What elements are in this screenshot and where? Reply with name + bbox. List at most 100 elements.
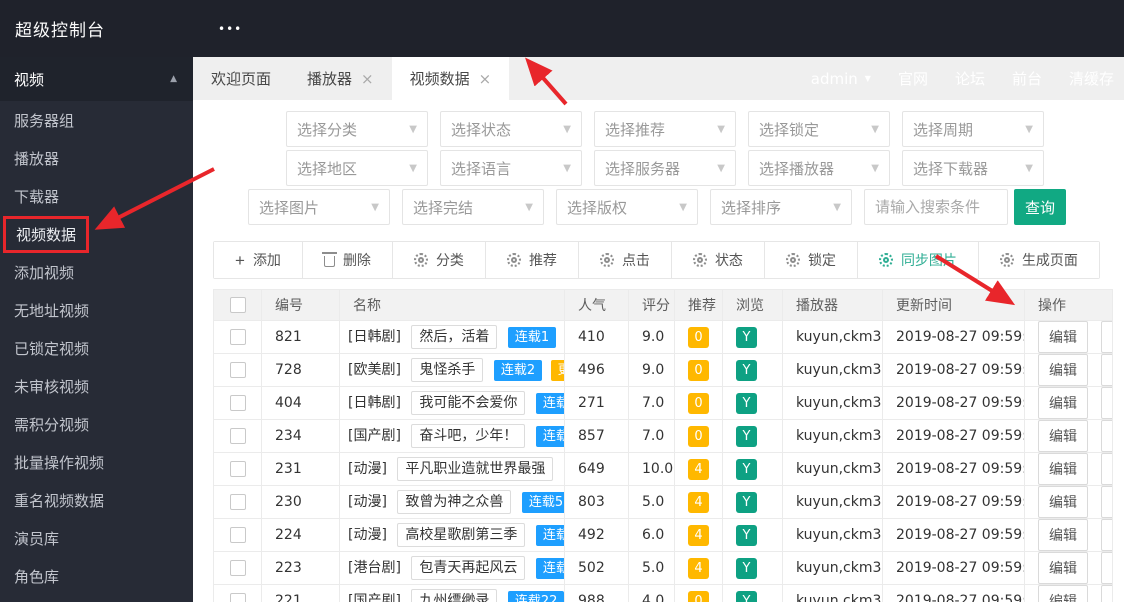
filter-select[interactable]: 选择地区 ▼: [286, 150, 428, 186]
sidebar-item[interactable]: 重名视频数据: [0, 481, 193, 519]
cell-score: 7.0: [628, 386, 675, 420]
user-menu[interactable]: admin ▼: [811, 70, 871, 88]
toolbar-button[interactable]: + 推荐: [485, 242, 579, 278]
sidebar-item[interactable]: 已锁定视频: [0, 329, 193, 367]
filter-select[interactable]: 选择播放器 ▼: [748, 150, 890, 186]
sidebar-item[interactable]: 需积分视频: [0, 405, 193, 443]
cell-name: [国产剧] 奋斗吧，少年！ 连载8 ...: [339, 419, 565, 453]
edit-button[interactable]: 编辑: [1038, 354, 1088, 386]
cell-id: 223: [261, 551, 340, 585]
row-checkbox[interactable]: [229, 329, 246, 345]
edit-button[interactable]: 编辑: [1038, 321, 1088, 353]
search-button[interactable]: 查询: [1014, 189, 1067, 225]
category-label: [日韩剧]: [348, 395, 401, 411]
search-input[interactable]: [864, 189, 1008, 225]
user-link[interactable]: 官网: [898, 68, 928, 89]
edit-button[interactable]: 编辑: [1038, 486, 1088, 518]
toolbar-button[interactable]: + 同步图片: [857, 242, 979, 278]
delete-button[interactable]: 删除: [1101, 585, 1112, 602]
sidebar-item[interactable]: 视频数据: [0, 215, 193, 253]
sidebar-item[interactable]: 批量操作视频: [0, 443, 193, 481]
tab[interactable]: 播放器 ×: [289, 57, 392, 100]
toolbar-button[interactable]: + 分类: [392, 242, 486, 278]
category-label: [港台剧]: [348, 560, 401, 576]
gear-icon: [999, 253, 1014, 267]
edit-button[interactable]: 编辑: [1038, 552, 1088, 584]
user-link[interactable]: 清缓存: [1069, 68, 1114, 89]
chevron-down-icon: ▼: [371, 201, 379, 213]
cell-name: [动漫] 平凡职业造就世界最强 连...: [339, 452, 565, 486]
cell-player: kuyun,ckm3...: [782, 386, 883, 420]
sidebar-item[interactable]: 添加视频: [0, 253, 193, 291]
cell-recommend: 0: [674, 584, 723, 602]
filter-select[interactable]: 选择分类 ▼: [286, 111, 428, 147]
cell-player: kuyun,ckm3...: [782, 353, 883, 387]
toolbar-button[interactable]: + 生成页面: [978, 242, 1099, 278]
filter-select[interactable]: 选择周期 ▼: [902, 111, 1044, 147]
table-row: 223 [港台剧] 包青天再起风云 连载6 ... 502 5.0 4 Y: [213, 551, 1113, 585]
cell-name: [日韩剧] 然后，活着 连载1 更...: [339, 320, 565, 354]
table-row: 230 [动漫] 致曾为神之众兽 连载5 ... 803 5.0 4 Y: [213, 485, 1113, 519]
filter-select[interactable]: 选择版权 ▼: [556, 189, 698, 225]
row-checkbox[interactable]: [229, 494, 246, 510]
delete-button[interactable]: 删除: [1101, 420, 1112, 452]
sidebar-item[interactable]: 演员库: [0, 519, 193, 557]
row-checkbox[interactable]: [229, 593, 246, 602]
filter-select[interactable]: 选择服务器 ▼: [594, 150, 736, 186]
row-checkbox[interactable]: [229, 560, 246, 576]
toolbar-button[interactable]: + 点击: [578, 242, 672, 278]
row-checkbox[interactable]: [229, 461, 246, 477]
sidebar-item-label: 播放器: [14, 149, 60, 168]
delete-button[interactable]: 删除: [1101, 552, 1112, 584]
delete-button[interactable]: 删除: [1101, 486, 1112, 518]
tab[interactable]: 欢迎页面 ×: [193, 57, 289, 100]
row-checkbox[interactable]: [229, 428, 246, 444]
nav-more-button[interactable]: •••: [218, 22, 242, 36]
filter-select[interactable]: 选择图片 ▼: [248, 189, 390, 225]
browse-badge: Y: [736, 359, 757, 381]
filter-select[interactable]: 选择状态 ▼: [440, 111, 582, 147]
row-checkbox[interactable]: [229, 362, 246, 378]
tab-label: 欢迎页面: [211, 70, 272, 88]
edit-button[interactable]: 编辑: [1038, 519, 1088, 551]
close-icon[interactable]: ×: [479, 70, 492, 88]
sidebar-item[interactable]: 播放器: [0, 139, 193, 177]
filter-select[interactable]: 选择语言 ▼: [440, 150, 582, 186]
row-checkbox[interactable]: [229, 395, 246, 411]
close-icon[interactable]: ×: [361, 70, 374, 88]
filter-select[interactable]: 选择推荐 ▼: [594, 111, 736, 147]
toolbar-button[interactable]: + 添加: [214, 242, 303, 278]
table-body: 821 [日韩剧] 然后，活着 连载1 更... 410 9.0 0 Y: [213, 320, 1113, 602]
sidebar-item[interactable]: 无地址视频: [0, 291, 193, 329]
filter-select[interactable]: 选择锁定 ▼: [748, 111, 890, 147]
edit-button[interactable]: 编辑: [1038, 387, 1088, 419]
delete-button[interactable]: 删除: [1101, 519, 1112, 551]
sidebar-group-video[interactable]: 视频 ▲: [0, 57, 193, 101]
delete-button[interactable]: 删除: [1101, 453, 1112, 485]
tab[interactable]: 视频数据 ×: [391, 57, 510, 100]
delete-button[interactable]: 删除: [1101, 387, 1112, 419]
recommend-badge: 4: [688, 458, 709, 480]
filter-select[interactable]: 选择完结 ▼: [402, 189, 544, 225]
filter-select[interactable]: 选择下载器 ▼: [902, 150, 1044, 186]
delete-button[interactable]: 删除: [1101, 321, 1112, 353]
filter-select[interactable]: 选择排序 ▼: [710, 189, 852, 225]
table-row: 231 [动漫] 平凡职业造就世界最强 连... 649 10.0 4 Y: [213, 452, 1113, 486]
sidebar-item[interactable]: 下载器: [0, 177, 193, 215]
edit-button[interactable]: 编辑: [1038, 585, 1088, 602]
cell-actions: 编辑 删除: [1024, 518, 1113, 552]
delete-button[interactable]: 删除: [1101, 354, 1112, 386]
select-all-checkbox[interactable]: [229, 297, 246, 313]
toolbar-button[interactable]: + 状态: [671, 242, 765, 278]
toolbar-button[interactable]: + 删除: [302, 242, 393, 278]
chevron-up-icon: ▲: [170, 74, 177, 84]
edit-button[interactable]: 编辑: [1038, 453, 1088, 485]
user-link[interactable]: 前台: [1012, 68, 1042, 89]
row-checkbox[interactable]: [229, 527, 246, 543]
user-link[interactable]: 论坛: [955, 68, 985, 89]
sidebar-item[interactable]: 服务器组: [0, 101, 193, 139]
edit-button[interactable]: 编辑: [1038, 420, 1088, 452]
sidebar-item[interactable]: 角色库: [0, 557, 193, 595]
sidebar-item[interactable]: 未审核视频: [0, 367, 193, 405]
toolbar-button[interactable]: + 锁定: [764, 242, 858, 278]
